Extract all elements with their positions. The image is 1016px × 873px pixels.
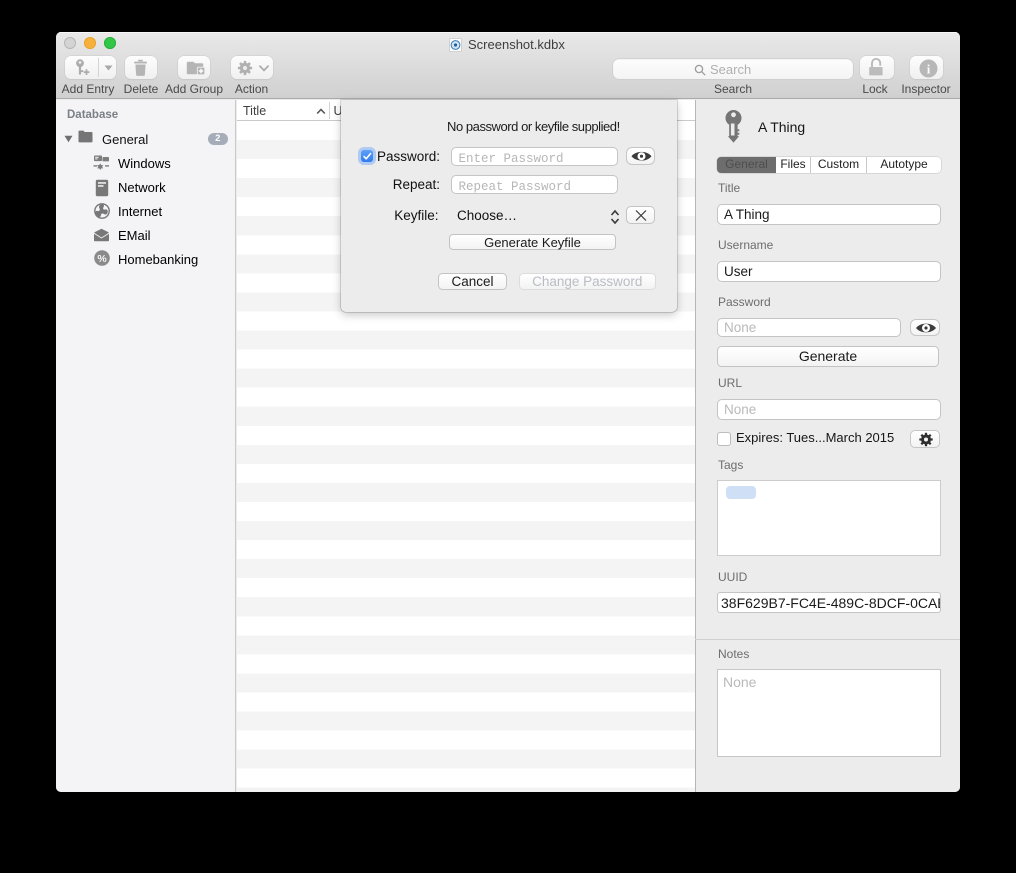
- svg-text:i: i: [926, 61, 930, 76]
- svg-text:%: %: [97, 253, 107, 265]
